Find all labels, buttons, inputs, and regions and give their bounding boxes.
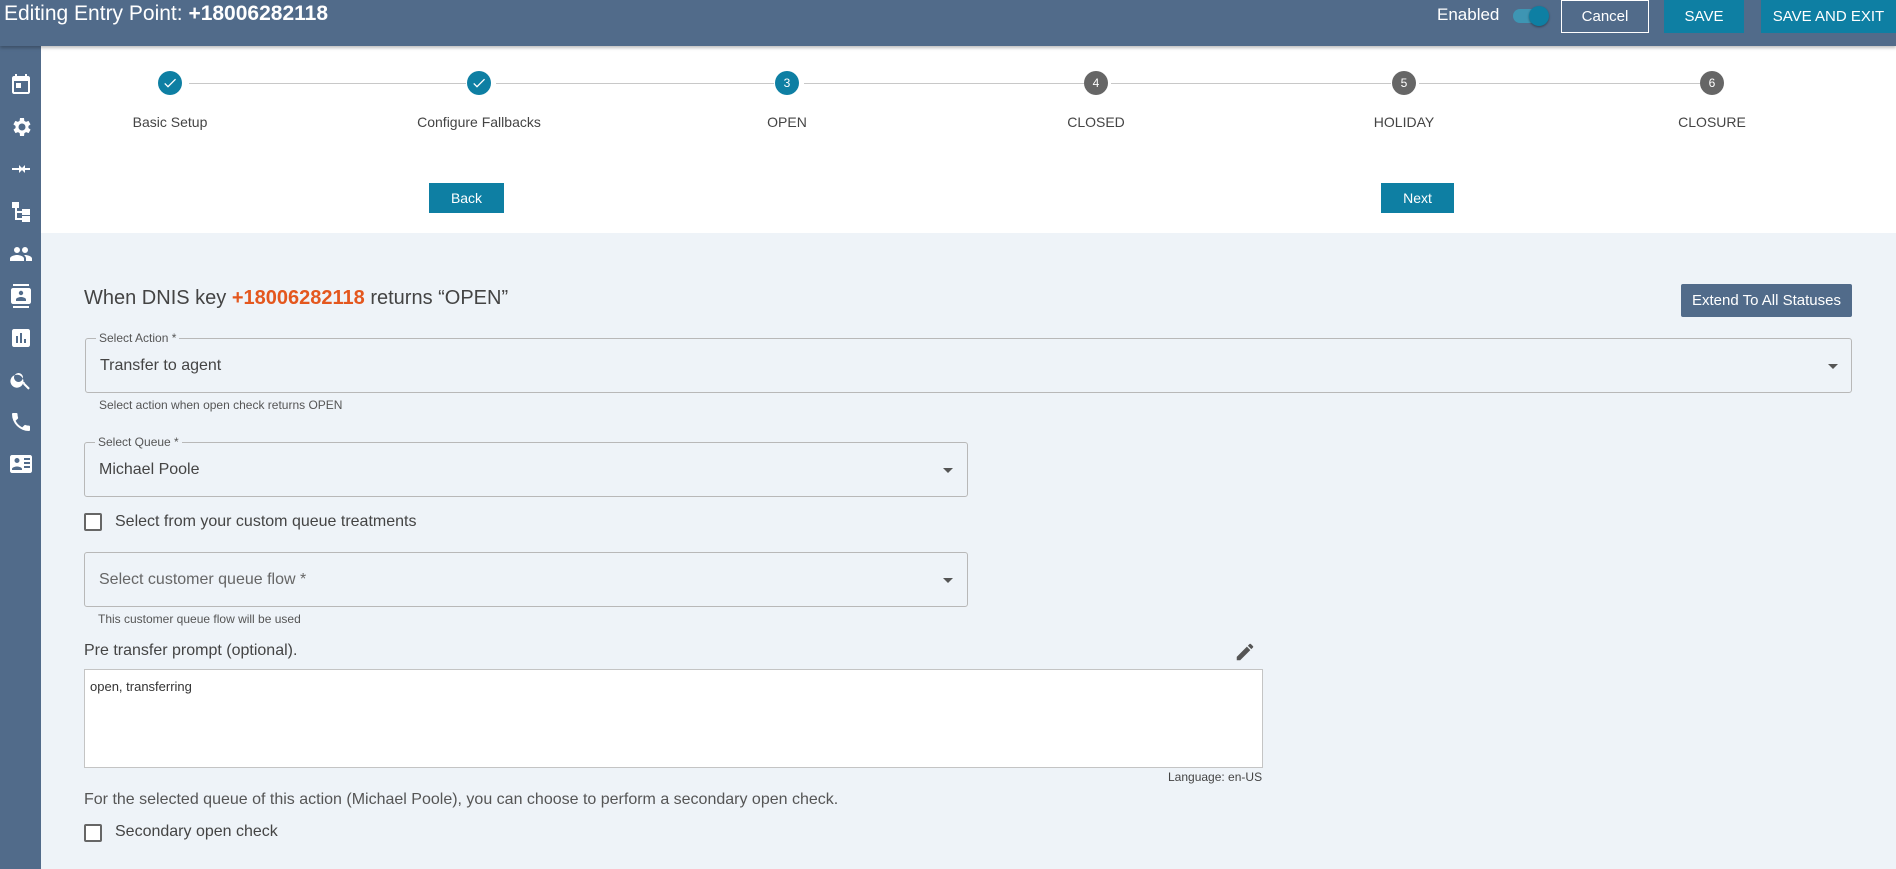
enabled-label: Enabled [1437, 5, 1500, 24]
select-action-helper: Select action when open check returns OP… [99, 398, 343, 412]
secondary-open-check-label[interactable]: Secondary open check [115, 823, 278, 841]
secondary-open-check-checkbox[interactable] [84, 824, 102, 842]
select-queue-legend: Select Queue * [95, 435, 182, 449]
cancel-button[interactable]: Cancel [1561, 0, 1649, 33]
step-4-label[interactable]: CLOSED [996, 114, 1196, 130]
prompt-text: open, transferring [90, 679, 192, 694]
select-action-value: Transfer to agent [100, 357, 222, 374]
gear-icon[interactable] [9, 115, 33, 139]
custom-queue-checkbox-label[interactable]: Select from your custom queue treatments [115, 513, 416, 531]
page-title: Editing Entry Point: +18006282118 [4, 2, 328, 26]
bar-chart-icon[interactable] [9, 326, 33, 350]
heading-prefix: When DNIS key [84, 287, 232, 309]
step-connector [189, 83, 466, 84]
people-icon[interactable] [9, 242, 33, 266]
select-queue-dropdown[interactable]: Select Queue * Michael Poole [84, 435, 968, 497]
secondary-check-description: For the selected queue of this action (M… [84, 791, 839, 808]
step-1-label[interactable]: Basic Setup [70, 114, 270, 130]
top-bar: Editing Entry Point: +18006282118 Enable… [0, 0, 1896, 46]
heading-suffix: returns “OPEN” [364, 287, 509, 309]
step-3-label[interactable]: OPEN [687, 114, 887, 130]
pre-transfer-prompt-label: Pre transfer prompt (optional). [84, 642, 298, 659]
toggle-knob [1529, 6, 1549, 26]
customer-queue-flow-dropdown[interactable]: Select customer queue flow * [84, 552, 968, 607]
step-1-check-icon[interactable] [158, 71, 182, 95]
back-button[interactable]: Back [429, 183, 504, 213]
step-5-label[interactable]: HOLIDAY [1304, 114, 1504, 130]
step-3-circle[interactable]: 3 [775, 71, 799, 95]
pre-transfer-prompt-textarea[interactable]: open, transferring [84, 669, 1263, 768]
step-connector [804, 83, 1084, 84]
customer-queue-flow-placeholder: Select customer queue flow * [99, 571, 307, 588]
save-and-exit-button[interactable]: SAVE AND EXIT [1761, 0, 1896, 33]
heading-dnis: +18006282118 [231, 287, 365, 309]
stepper-panel [41, 46, 1896, 233]
step-5-circle[interactable]: 5 [1392, 71, 1416, 95]
step-6-label[interactable]: CLOSURE [1612, 114, 1812, 130]
title-prefix: Editing Entry Point: [4, 2, 189, 25]
save-button[interactable]: SAVE [1664, 0, 1744, 33]
step-connector [496, 83, 774, 84]
calendar-icon[interactable] [9, 72, 33, 96]
chevron-down-icon [1828, 364, 1838, 369]
entry-point-number: +18006282118 [188, 2, 329, 25]
enabled-toggle[interactable] [1509, 6, 1549, 26]
step-6-circle[interactable]: 6 [1700, 71, 1724, 95]
step-connector [1111, 83, 1391, 84]
step-2-check-icon[interactable] [467, 71, 491, 95]
chevron-down-icon [943, 578, 953, 583]
section-heading: When DNIS key +18006282118 returns “OPEN… [84, 287, 508, 310]
extend-to-all-statuses-button[interactable]: Extend To All Statuses [1681, 284, 1852, 317]
contact-card-icon[interactable] [9, 284, 33, 308]
next-button[interactable]: Next [1381, 183, 1454, 213]
step-connector [1419, 83, 1700, 84]
prompt-language: Language: en-US [1168, 770, 1263, 784]
chevron-down-icon [943, 468, 953, 473]
pencil-icon[interactable] [1234, 641, 1256, 663]
step-2-label[interactable]: Configure Fallbacks [379, 114, 579, 130]
step-4-circle[interactable]: 4 [1084, 71, 1108, 95]
customer-queue-flow-helper: This customer queue flow will be used [98, 612, 301, 626]
hierarchy-icon[interactable] [9, 199, 33, 223]
phone-icon[interactable] [9, 410, 33, 434]
select-action-legend: Select Action * [96, 331, 180, 345]
custom-queue-checkbox[interactable] [84, 513, 102, 531]
select-queue-value: Michael Poole [99, 461, 200, 478]
merge-arrows-icon[interactable] [9, 157, 33, 181]
select-action-dropdown[interactable]: Select Action * Transfer to agent [85, 331, 1852, 393]
search-icon[interactable] [9, 368, 33, 392]
sidebar [0, 46, 41, 869]
id-card-icon[interactable] [9, 452, 33, 476]
